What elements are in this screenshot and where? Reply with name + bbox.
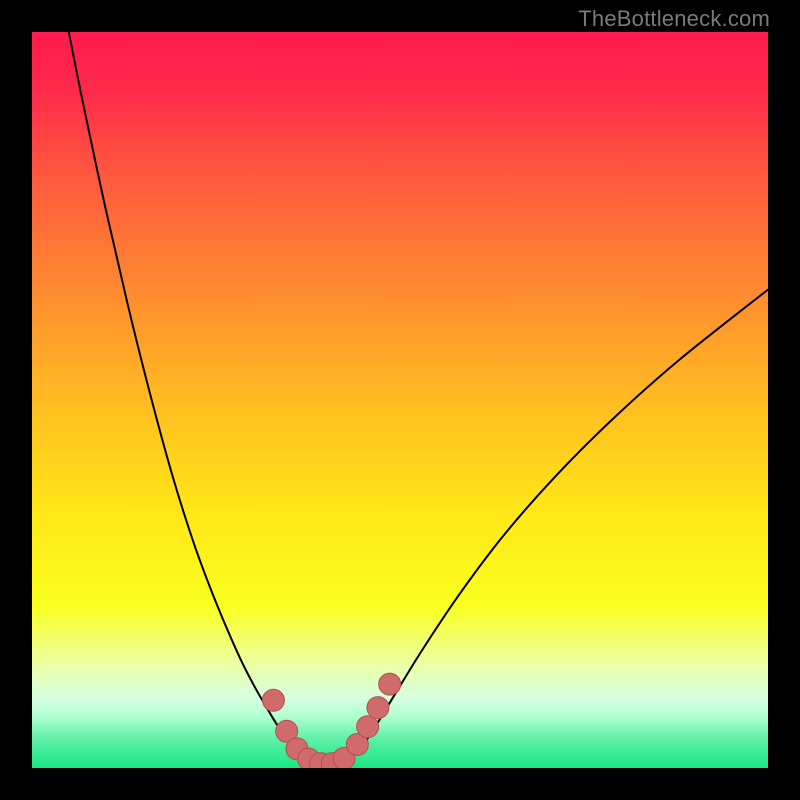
chart-background (32, 32, 768, 768)
curve-marker (262, 689, 284, 711)
curve-marker (379, 673, 401, 695)
chart-frame: TheBottleneck.com (0, 0, 800, 800)
chart-plot-area (32, 32, 768, 768)
curve-marker (357, 716, 379, 738)
chart-svg (32, 32, 768, 768)
watermark-text: TheBottleneck.com (578, 6, 770, 32)
curve-marker (367, 697, 389, 719)
